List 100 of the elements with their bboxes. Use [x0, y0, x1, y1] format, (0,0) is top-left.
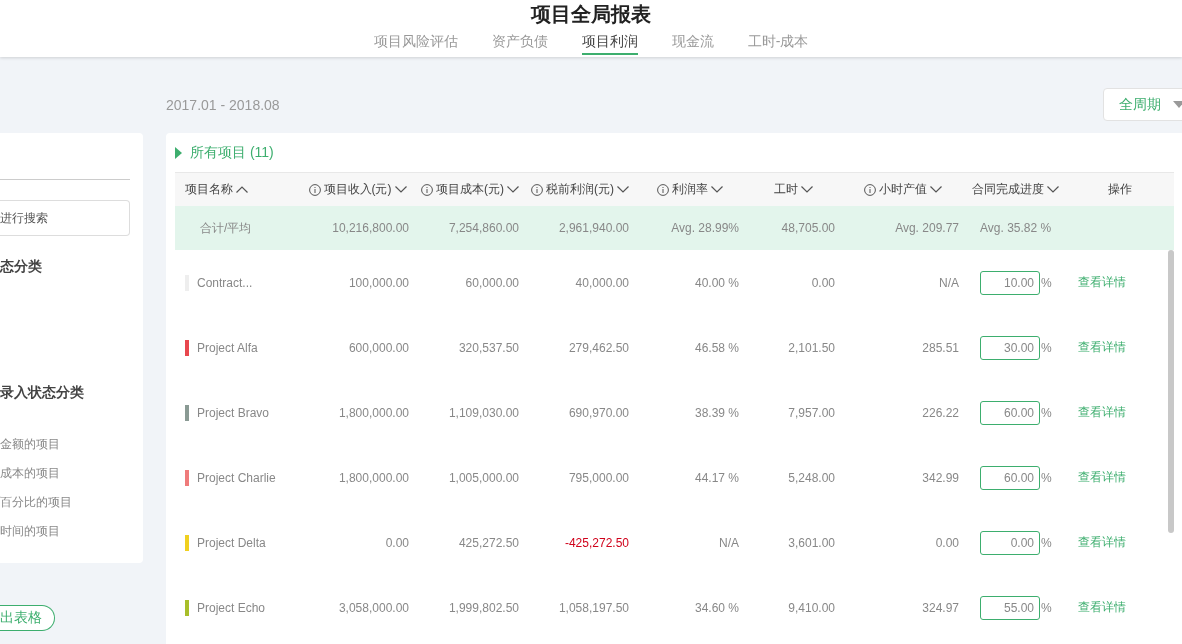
table-cell: 5,248.00 — [788, 470, 835, 485]
progress-input[interactable]: 30.00 — [980, 335, 1040, 360]
info-icon[interactable] — [531, 183, 543, 196]
progress-input[interactable]: 0.00 — [980, 530, 1040, 555]
chevron-down-icon[interactable] — [1046, 186, 1059, 193]
table-cell: 48,705.00 — [781, 221, 835, 235]
table-cell: 0.00 — [811, 275, 835, 290]
table-cell: 60,000.00 — [465, 275, 519, 290]
search-field[interactable]: 进行搜索 — [0, 200, 130, 236]
table-cell: 226.22 — [922, 405, 959, 420]
chevron-down-icon[interactable] — [711, 186, 723, 193]
table-cell: 285.51 — [922, 340, 959, 355]
group-toggle[interactable]: 所有项目 (11) — [175, 143, 274, 163]
table-cell: 34.60 % — [694, 600, 739, 615]
tab[interactable]: 工时-成本 — [747, 30, 809, 55]
column-header[interactable]: 操作 — [1107, 181, 1132, 198]
tab[interactable]: 项目利润 — [581, 30, 638, 55]
details-link[interactable]: 查看详情 — [1078, 599, 1126, 616]
details-link[interactable]: 查看详情 — [1078, 469, 1126, 486]
table-cell: 2,961,940.00 — [558, 221, 629, 235]
caret-icon — [1173, 100, 1182, 109]
details-link[interactable]: 查看详情 — [1078, 534, 1126, 551]
info-icon[interactable] — [657, 183, 669, 196]
project-name: Project Bravo — [197, 405, 270, 420]
chevron-down-icon[interactable] — [394, 186, 407, 193]
table-cell: N/A — [719, 535, 739, 550]
table-cell: 40.00 % — [694, 275, 739, 290]
progress-input[interactable]: 60.00 — [980, 465, 1040, 490]
column-header[interactable]: 税前利润(元) — [546, 181, 614, 198]
table-cell: 324.97 — [922, 600, 959, 615]
table-cell: 1,800,000.00 — [338, 470, 409, 485]
section-heading: 录入状态分类 — [0, 383, 85, 402]
chevron-down-icon[interactable] — [800, 186, 813, 193]
chevron-up-icon[interactable] — [236, 186, 248, 193]
percent-unit: % — [1041, 340, 1052, 355]
table-cell: 0.00 — [385, 535, 409, 550]
date-range: 2017.01 - 2018.08 — [166, 96, 280, 113]
tab[interactable]: 现金流 — [671, 30, 714, 55]
scrollbar[interactable] — [1168, 250, 1174, 533]
percent-unit: % — [1041, 470, 1052, 485]
table-cell: 342.99 — [922, 470, 959, 485]
column-header[interactable]: 项目成本(元) — [436, 181, 504, 198]
table-cell: 46.58 % — [694, 340, 739, 355]
table-cell: N/A — [939, 275, 959, 290]
filter-item[interactable]: 金额的项目 — [0, 436, 60, 453]
details-link[interactable]: 查看详情 — [1078, 404, 1126, 421]
details-link[interactable]: 查看详情 — [1078, 274, 1126, 291]
info-icon[interactable] — [308, 183, 321, 196]
table-cell: 100,000.00 — [348, 275, 409, 290]
table-cell: 795,000.00 — [568, 470, 629, 485]
filter-item[interactable]: 时间的项目 — [0, 523, 60, 540]
period-dropdown[interactable]: 全周期 — [1103, 88, 1182, 121]
info-icon[interactable] — [421, 183, 433, 196]
progress-input[interactable]: 60.00 — [980, 400, 1040, 425]
progress-input[interactable]: 55.00 — [980, 595, 1040, 620]
table-cell: 7,254,860.00 — [448, 221, 519, 235]
table-cell: 0.00 — [935, 535, 959, 550]
progress-input[interactable]: 10.00 — [980, 270, 1040, 295]
percent-unit: % — [1041, 405, 1052, 420]
table-cell: 1,999,802.50 — [448, 600, 519, 615]
table-cell: 3,058,000.00 — [338, 600, 409, 615]
tab[interactable]: 资产负债 — [491, 30, 548, 55]
column-header[interactable]: 项目收入(元) — [323, 181, 392, 198]
column-header[interactable]: 工时 — [773, 181, 798, 198]
project-name: Project Charlie — [197, 470, 276, 485]
table-cell: 690,970.00 — [568, 405, 629, 420]
table-cell: 1,058,197.50 — [558, 600, 629, 615]
section-heading: 态分类 — [0, 257, 43, 276]
table-cell: 425,272.50 — [458, 535, 519, 550]
column-header[interactable]: 合同完成进度 — [971, 181, 1044, 198]
tab[interactable]: 项目风险评估 — [373, 30, 458, 55]
table-cell: 44.17 % — [694, 470, 739, 485]
filter-item[interactable]: 百分比的项目 — [0, 494, 72, 511]
chevron-down-icon[interactable] — [617, 186, 629, 193]
chevron-down-icon[interactable] — [507, 186, 519, 193]
table-cell: -425,272.50 — [564, 535, 629, 550]
table-cell: 7,957.00 — [788, 405, 835, 420]
table-cell: Avg. 209.77 — [895, 221, 959, 235]
triangle-icon — [175, 147, 182, 159]
project-name: Project Echo — [197, 600, 266, 615]
project-name: Project Alfa — [197, 340, 258, 355]
page-title: 项目全局报表 — [531, 2, 651, 27]
details-link[interactable]: 查看详情 — [1078, 339, 1126, 356]
table-cell: Avg. 35.82 % — [980, 221, 1052, 235]
table-cell: 600,000.00 — [348, 340, 409, 355]
table-cell: 320,537.50 — [458, 340, 519, 355]
table-cell: 10,216,800.00 — [332, 221, 409, 235]
info-icon[interactable] — [864, 183, 876, 196]
table-cell: 9,410.00 — [788, 600, 835, 615]
table-cell: 1,109,030.00 — [448, 405, 519, 420]
column-header[interactable]: 小时产值 — [879, 181, 927, 198]
table-cell: 2,101.50 — [788, 340, 835, 355]
table-cell: 1,005,000.00 — [448, 470, 519, 485]
percent-unit: % — [1041, 600, 1052, 615]
column-header[interactable]: 利润率 — [672, 181, 708, 198]
chevron-down-icon[interactable] — [930, 186, 942, 193]
export-button[interactable]: 出表格 — [0, 605, 55, 631]
column-header[interactable]: 项目名称 — [185, 181, 233, 198]
project-name: Contract... — [197, 275, 253, 290]
filter-item[interactable]: 成本的项目 — [0, 465, 60, 482]
